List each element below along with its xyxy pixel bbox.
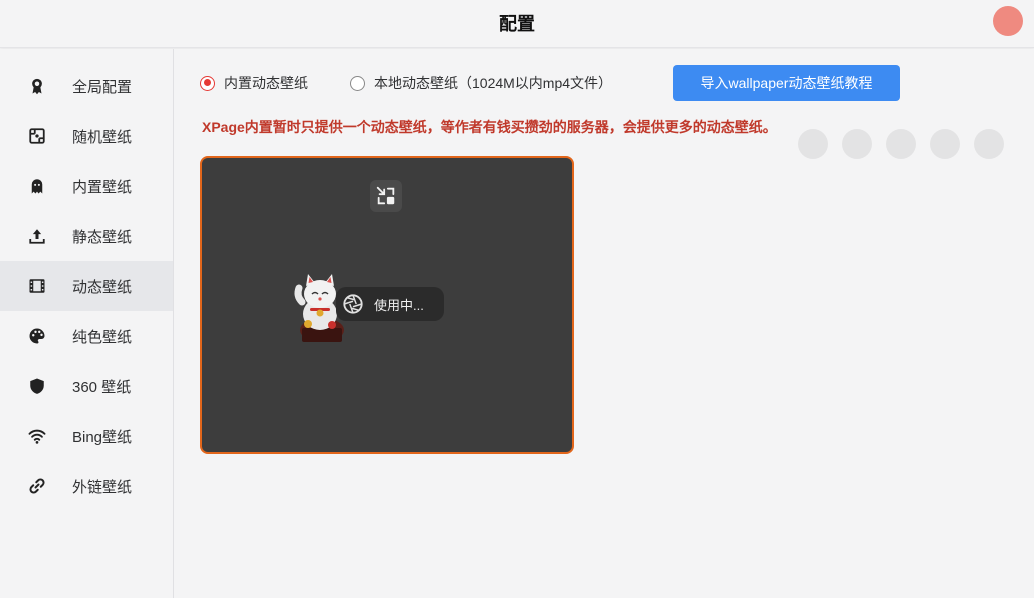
status-text: 使用中... xyxy=(374,297,424,313)
sidebar-item-label: 360 壁纸 xyxy=(72,378,132,396)
sidebar-item-label: 内置壁纸 xyxy=(72,178,133,196)
minimize-icon xyxy=(376,186,395,205)
sidebar-item-bing[interactable]: Bing壁纸 xyxy=(0,411,173,461)
sidebar-item-label: 全局配置 xyxy=(72,78,133,96)
wallpaper-card[interactable]: 使用中... xyxy=(200,156,574,454)
faded-background xyxy=(798,129,1004,159)
sidebar: 全局配置 随机壁纸 内置壁纸 静态壁纸 动态壁纸 纯色壁纸 360 壁纸 Bin… xyxy=(0,49,174,598)
sidebar-item-label: 动态壁纸 xyxy=(72,278,133,296)
in-use-indicator[interactable]: 使用中... xyxy=(336,287,444,321)
sidebar-item-external[interactable]: 外链壁纸 xyxy=(0,461,173,511)
award-icon xyxy=(27,76,47,96)
film-icon xyxy=(27,276,47,296)
sidebar-item-label: 静态壁纸 xyxy=(72,228,133,246)
sidebar-item-360[interactable]: 360 壁纸 xyxy=(0,361,173,411)
exit-fullscreen-button[interactable] xyxy=(370,180,402,212)
sidebar-item-label: 外链壁纸 xyxy=(72,478,133,496)
radio-indicator xyxy=(200,75,215,91)
notice-text: XPage内置暂时只提供一个动态壁纸，等作者有钱买攒劲的服务器，会提供更多的动态… xyxy=(202,119,777,135)
import-wallpaper-tutorial-button[interactable]: 导入wallpaper动态壁纸教程 xyxy=(673,65,900,101)
sidebar-item-builtin[interactable]: 内置壁纸 xyxy=(0,161,173,211)
sidebar-item-label: 纯色壁纸 xyxy=(72,328,133,346)
radio-indicator xyxy=(350,75,365,91)
sidebar-item-solid-color[interactable]: 纯色壁纸 xyxy=(0,311,173,361)
radio-builtin-dynamic[interactable]: 内置动态壁纸 xyxy=(200,73,308,93)
window-header: 配置 xyxy=(0,0,1034,48)
radio-label: 本地动态壁纸（1024M以内mp4文件） xyxy=(374,75,613,91)
shuffle-icon xyxy=(27,126,47,146)
sidebar-item-random[interactable]: 随机壁纸 xyxy=(0,111,173,161)
sidebar-item-label: 随机壁纸 xyxy=(72,128,133,146)
sidebar-item-static[interactable]: 静态壁纸 xyxy=(0,211,173,261)
sidebar-item-label: Bing壁纸 xyxy=(72,428,133,446)
radio-local-dynamic[interactable]: 本地动态壁纸（1024M以内mp4文件） xyxy=(350,73,612,93)
link-icon xyxy=(27,476,47,496)
sidebar-item-dynamic[interactable]: 动态壁纸 xyxy=(0,261,173,311)
main-panel: 内置动态壁纸 本地动态壁纸（1024M以内mp4文件） 导入wallpaper动… xyxy=(174,49,1034,598)
palette-icon xyxy=(27,326,47,346)
close-button[interactable] xyxy=(993,6,1023,36)
radio-label: 内置动态壁纸 xyxy=(224,75,308,91)
shield-icon xyxy=(27,376,47,396)
wifi-icon xyxy=(27,426,47,446)
ghost-icon xyxy=(27,176,47,196)
upload-icon xyxy=(27,226,47,246)
window-title: 配置 xyxy=(499,14,535,34)
aperture-icon xyxy=(343,294,363,314)
sidebar-item-global-config[interactable]: 全局配置 xyxy=(0,61,173,111)
